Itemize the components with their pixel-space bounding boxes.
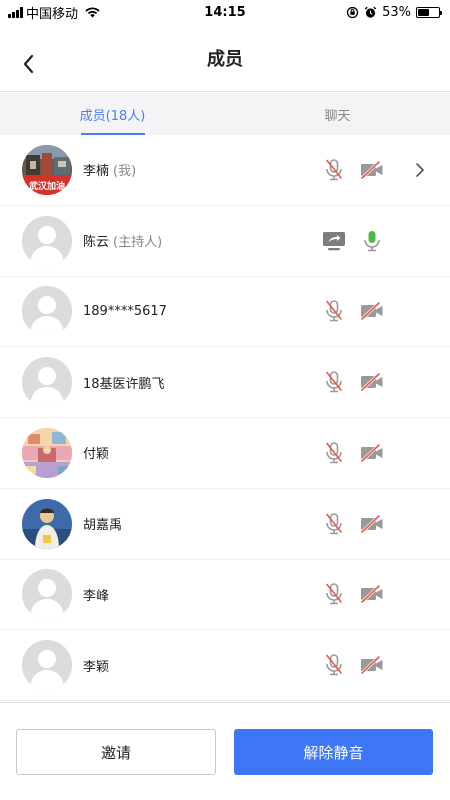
status-right: 53% xyxy=(346,4,442,20)
camera-off-icon[interactable] xyxy=(358,368,386,396)
member-name: 李颖 xyxy=(83,659,110,675)
tab-members[interactable]: 成员(18人) xyxy=(0,93,225,135)
mic-muted-icon[interactable] xyxy=(320,368,348,396)
member-row[interactable]: 武汉加油 李楠 (我) xyxy=(0,135,450,206)
bottom-action-bar: 邀请 解除静音 xyxy=(0,702,450,800)
camera-off-icon[interactable] xyxy=(358,297,386,325)
chevron-right-icon[interactable] xyxy=(406,156,434,184)
tab-chat[interactable]: 聊天 xyxy=(225,93,450,135)
member-name: 18基医许鹏飞 xyxy=(83,376,165,392)
member-row[interactable]: 李颖 xyxy=(0,630,450,701)
avatar: 武汉加油 xyxy=(22,144,72,195)
chevron-left-icon xyxy=(23,54,34,74)
camera-off-icon[interactable] xyxy=(358,156,386,184)
member-row[interactable]: 胡嘉禹 xyxy=(0,489,450,560)
member-name: 李峰 xyxy=(83,588,110,604)
status-bar: 中国移动 14:15 53% xyxy=(0,0,450,24)
camera-off-icon[interactable] xyxy=(358,510,386,538)
avatar xyxy=(22,215,72,266)
battery-percent: 53% xyxy=(382,4,411,20)
avatar xyxy=(22,286,72,337)
carrier-label: 中国移动 xyxy=(26,6,79,22)
screen-share-icon[interactable] xyxy=(320,227,348,255)
avatar xyxy=(22,427,72,478)
mic-muted-icon[interactable] xyxy=(320,156,348,184)
avatar xyxy=(22,640,72,691)
unmute-button[interactable]: 解除静音 xyxy=(234,729,433,775)
avatar xyxy=(22,357,72,408)
mic-muted-icon[interactable] xyxy=(320,510,348,538)
rotation-lock-icon xyxy=(346,6,359,19)
wifi-icon xyxy=(85,6,100,18)
member-name: 付颖 xyxy=(83,447,110,463)
tab-bar: 成员(18人) 聊天 xyxy=(0,93,450,135)
member-row[interactable]: 18基医许鹏飞 xyxy=(0,347,450,418)
camera-off-icon[interactable] xyxy=(358,580,386,608)
mic-muted-icon[interactable] xyxy=(320,297,348,325)
alarm-icon xyxy=(364,6,377,19)
camera-off-icon[interactable] xyxy=(358,439,386,467)
member-name: 陈云 (主持人) xyxy=(83,235,163,251)
nav-bar: 成员 xyxy=(0,24,450,92)
avatar xyxy=(22,498,72,549)
status-left: 中国移动 xyxy=(8,3,100,22)
member-row[interactable]: 付颖 xyxy=(0,418,450,489)
avatar xyxy=(22,569,72,620)
member-row[interactable]: 189****5617 xyxy=(0,277,450,348)
mic-muted-icon[interactable] xyxy=(320,439,348,467)
mic-muted-icon[interactable] xyxy=(320,651,348,679)
signal-icon xyxy=(8,6,23,18)
invite-button[interactable]: 邀请 xyxy=(16,729,216,775)
svg-text:武汉加油: 武汉加油 xyxy=(29,180,65,192)
member-list: 武汉加油 李楠 (我) 陈云 (主持人) 189****5617 18基医许鹏飞… xyxy=(0,135,450,701)
camera-off-icon[interactable] xyxy=(358,651,386,679)
battery-icon xyxy=(416,6,442,18)
mic-muted-icon[interactable] xyxy=(320,580,348,608)
member-row[interactable]: 陈云 (主持人) xyxy=(0,206,450,277)
member-row[interactable]: 李峰 xyxy=(0,560,450,631)
mic-on-icon[interactable] xyxy=(358,227,386,255)
back-button[interactable] xyxy=(14,50,42,78)
member-name: 胡嘉禹 xyxy=(83,518,123,534)
member-name: 李楠 (我) xyxy=(83,164,137,180)
member-name: 189****5617 xyxy=(83,303,167,319)
page-title: 成员 xyxy=(207,48,243,70)
